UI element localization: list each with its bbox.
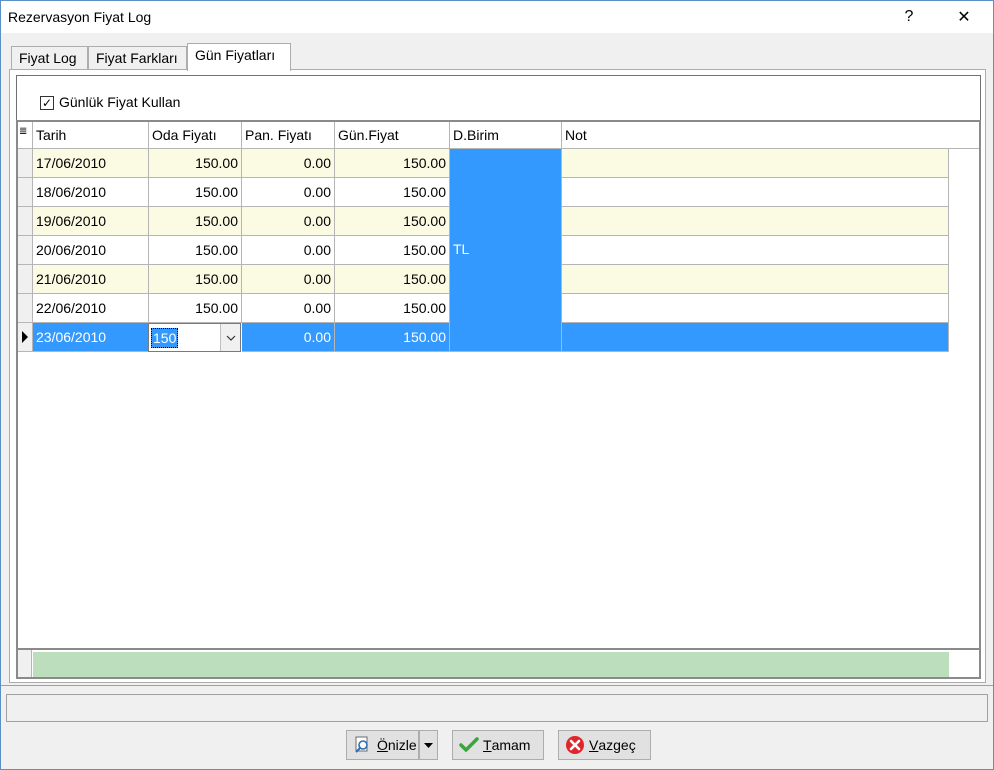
check-icon xyxy=(459,735,479,755)
options-box: ✓ Günlük Fiyat Kullan xyxy=(16,75,981,121)
cell-not[interactable] xyxy=(562,178,949,207)
current-row-arrow-icon xyxy=(22,331,28,343)
cell-gun-fiyat[interactable]: 150.00 xyxy=(335,294,450,323)
help-button[interactable]: ? xyxy=(887,1,931,33)
title-bar: Rezervasyon Fiyat Log ? ✕ xyxy=(1,1,993,33)
column-chooser-icon[interactable]: ≣ xyxy=(18,122,33,149)
oda-fiyati-editor[interactable]: 150 xyxy=(148,323,241,352)
summary-bar xyxy=(33,652,949,677)
gunluk-fiyat-label[interactable]: Günlük Fiyat Kullan xyxy=(59,94,180,110)
cell-gun-fiyat[interactable]: 150.00 xyxy=(335,265,450,294)
cell-gun-fiyat[interactable]: 150.00 xyxy=(335,236,450,265)
col-not[interactable]: Not xyxy=(562,122,979,149)
cell-gun-fiyat[interactable]: 150.00 xyxy=(335,178,450,207)
cell-tarih[interactable]: 23/06/2010 xyxy=(33,323,149,352)
dropdown-arrow-icon xyxy=(424,742,433,748)
tamam-button[interactable]: Tamam xyxy=(452,730,544,760)
tab-fiyat-log[interactable]: Fiyat Log xyxy=(11,46,88,70)
tamam-label: amam xyxy=(491,737,531,753)
cell-not[interactable] xyxy=(562,207,949,236)
status-bar xyxy=(6,694,988,722)
cell-pan-fiyati[interactable]: 0.00 xyxy=(242,207,335,236)
separator xyxy=(1,685,993,686)
cell-d-birim-merged[interactable]: TL xyxy=(450,149,562,323)
row-indicator[interactable] xyxy=(18,294,33,323)
cell-gun-fiyat[interactable]: 150.00 xyxy=(335,149,450,178)
cell-tarih[interactable]: 17/06/2010 xyxy=(33,149,149,178)
tab-panel: ✓ Günlük Fiyat Kullan ≣ Tarih Oda Fiyatı… xyxy=(9,69,986,683)
cell-not[interactable] xyxy=(562,323,949,352)
col-d-birim[interactable]: D.Birim xyxy=(450,122,562,149)
cell-pan-fiyati[interactable]: 0.00 xyxy=(242,149,335,178)
cell-tarih[interactable]: 19/06/2010 xyxy=(33,207,149,236)
tab-fiyat-farklari[interactable]: Fiyat Farkları xyxy=(88,46,187,70)
cell-oda-fiyati[interactable]: 150.00 xyxy=(149,265,242,294)
vazgec-label: azgeç xyxy=(598,737,636,753)
row-indicator[interactable] xyxy=(18,207,33,236)
cell-oda-fiyati[interactable]: 150.00 xyxy=(149,178,242,207)
cell-oda-fiyati[interactable]: 150.00 xyxy=(149,149,242,178)
onizle-dropdown-button[interactable] xyxy=(419,730,438,760)
cell-gun-fiyat[interactable]: 150.00 xyxy=(335,323,450,352)
cell-gun-fiyat[interactable]: 150.00 xyxy=(335,207,450,236)
onizle-label: nizle xyxy=(387,737,417,753)
cell-pan-fiyati[interactable]: 0.00 xyxy=(242,323,335,352)
col-gun-fiyat[interactable]: Gün.Fiyat xyxy=(335,122,450,149)
preview-icon xyxy=(353,735,373,755)
gunluk-fiyat-checkbox[interactable]: ✓ xyxy=(40,96,54,110)
dialog-window: Rezervasyon Fiyat Log ? ✕ Fiyat Log Fiya… xyxy=(0,0,994,770)
vazgec-button[interactable]: Vazgeç xyxy=(558,730,651,760)
grid-footer xyxy=(18,648,979,677)
chevron-down-icon[interactable] xyxy=(220,324,240,351)
cell-pan-fiyati[interactable]: 0.00 xyxy=(242,265,335,294)
cell-d-birim[interactable] xyxy=(450,323,562,352)
row-indicator[interactable] xyxy=(18,265,33,294)
col-pan-fiyati[interactable]: Pan. Fiyatı xyxy=(242,122,335,149)
oda-fiyati-input[interactable]: 150 xyxy=(151,328,179,348)
cell-tarih[interactable]: 21/06/2010 xyxy=(33,265,149,294)
cell-pan-fiyati[interactable]: 0.00 xyxy=(242,294,335,323)
cell-oda-fiyati[interactable]: 150.00 xyxy=(149,236,242,265)
col-tarih[interactable]: Tarih xyxy=(33,122,149,149)
footer-indicator xyxy=(18,650,32,677)
cell-tarih[interactable]: 18/06/2010 xyxy=(33,178,149,207)
cell-pan-fiyati[interactable]: 0.00 xyxy=(242,236,335,265)
cell-pan-fiyati[interactable]: 0.00 xyxy=(242,178,335,207)
cell-not[interactable] xyxy=(562,265,949,294)
row-indicator-current[interactable] xyxy=(18,323,33,352)
tamam-mnemonic: T xyxy=(483,737,492,753)
cell-tarih[interactable]: 22/06/2010 xyxy=(33,294,149,323)
cell-not[interactable] xyxy=(562,236,949,265)
onizle-button[interactable]: Önizle xyxy=(346,730,419,760)
onizle-mnemonic: Ö xyxy=(377,737,388,753)
row-indicator[interactable] xyxy=(18,178,33,207)
cell-tarih[interactable]: 20/06/2010 xyxy=(33,236,149,265)
row-indicator[interactable] xyxy=(18,149,33,178)
close-button[interactable]: ✕ xyxy=(942,1,986,33)
row-indicator[interactable] xyxy=(18,236,33,265)
col-oda-fiyati[interactable]: Oda Fiyatı xyxy=(149,122,242,149)
price-grid[interactable]: ≣ Tarih Oda Fiyatı Pan. Fiyatı Gün.Fiyat… xyxy=(16,120,981,679)
cancel-icon xyxy=(565,735,585,755)
cell-oda-fiyati[interactable]: 150.00 xyxy=(149,294,242,323)
cell-not[interactable] xyxy=(562,294,949,323)
cell-oda-fiyati[interactable]: 150.00 xyxy=(149,207,242,236)
tab-gun-fiyatlari[interactable]: Gün Fiyatları xyxy=(187,43,291,71)
window-title: Rezervasyon Fiyat Log xyxy=(8,9,152,25)
vazgec-mnemonic: V xyxy=(589,737,599,753)
cell-not[interactable] xyxy=(562,149,949,178)
